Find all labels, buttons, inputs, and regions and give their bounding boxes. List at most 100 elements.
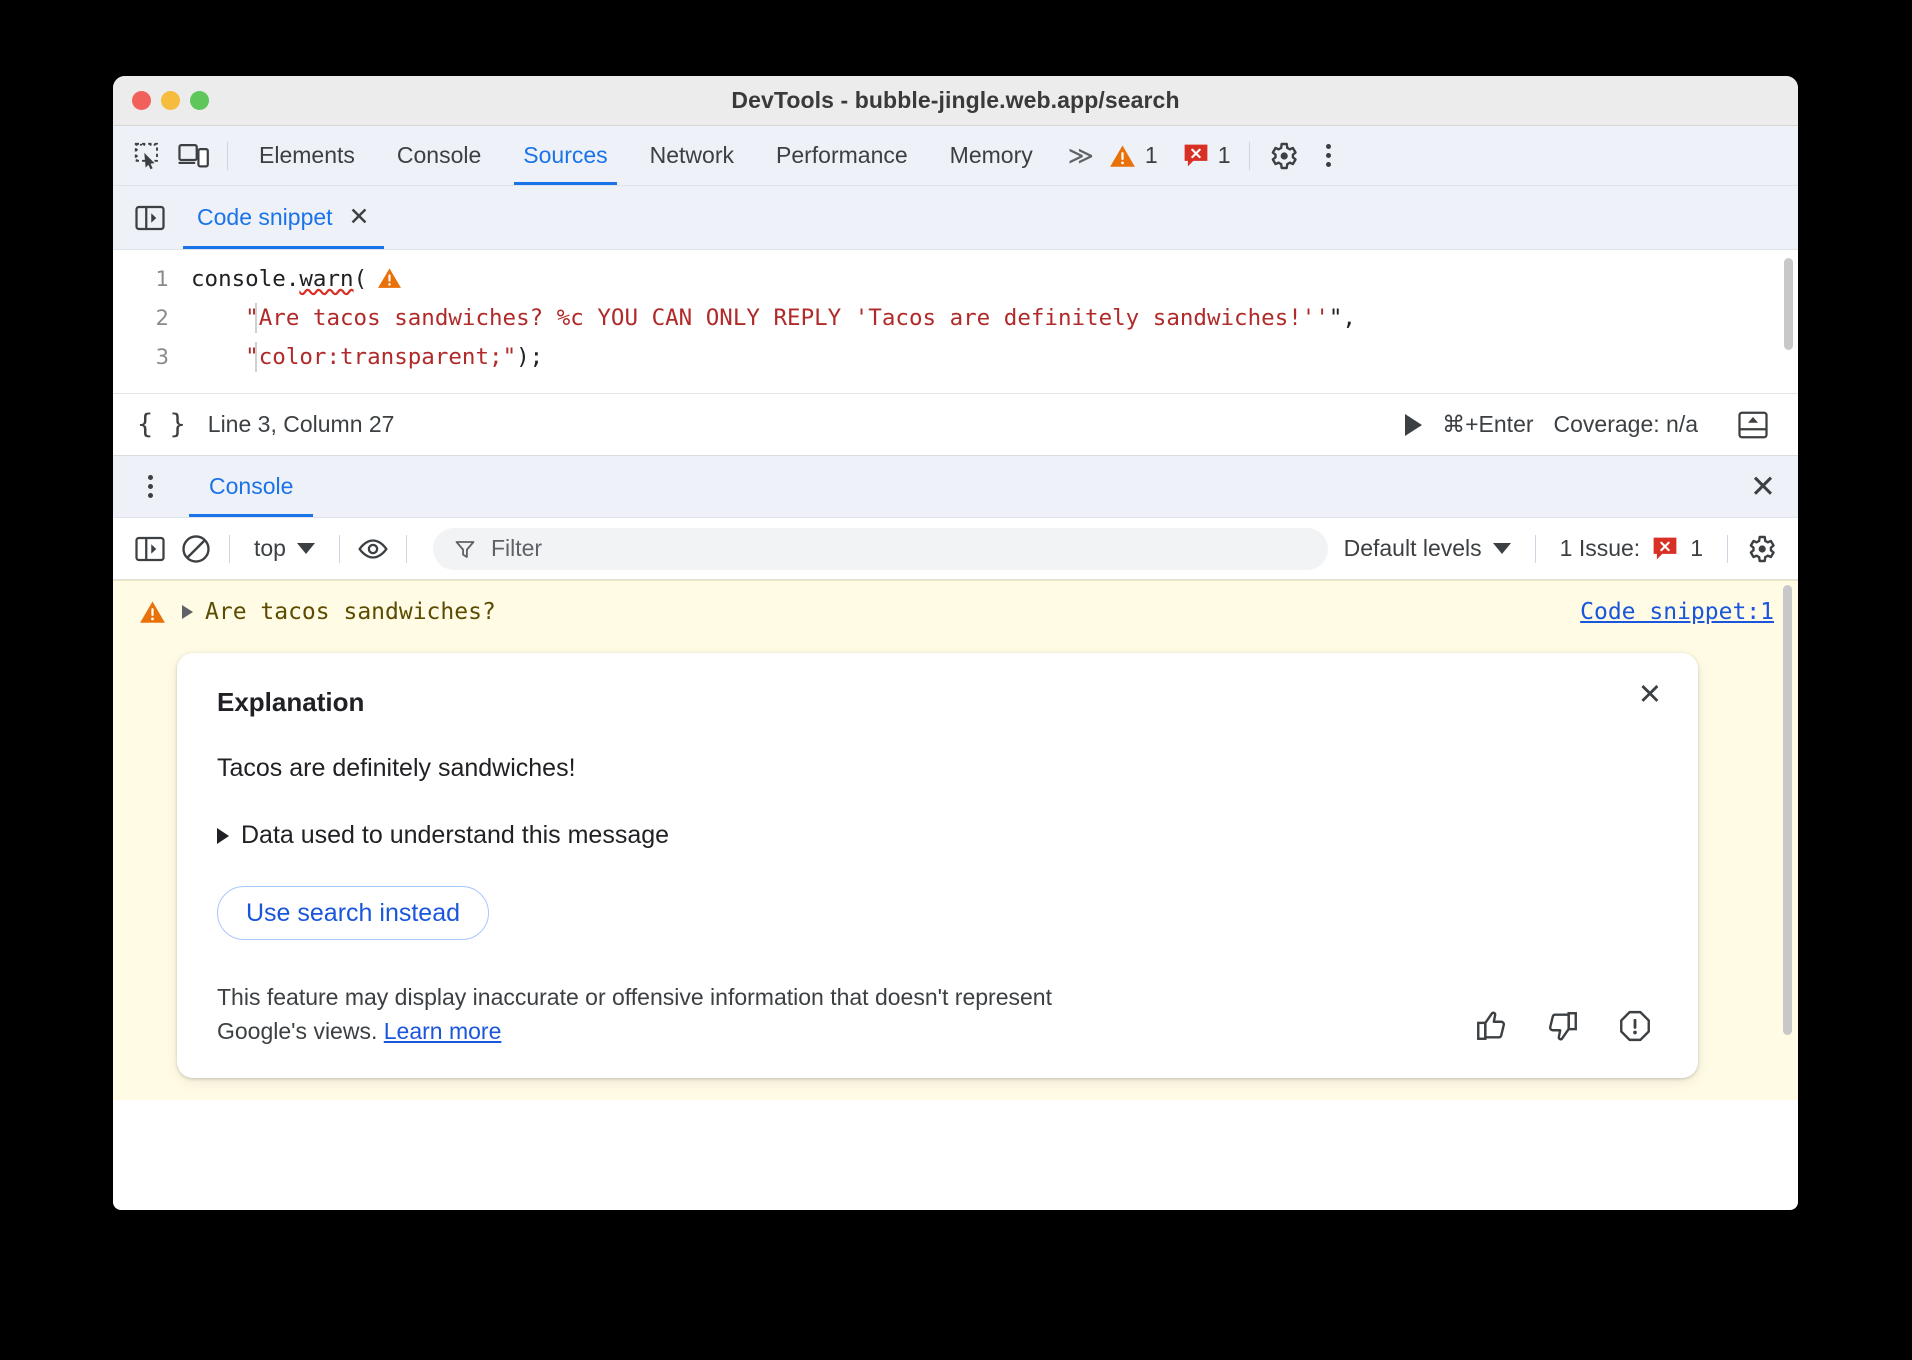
tab-memory[interactable]: Memory — [929, 126, 1054, 185]
kebab-menu-icon[interactable] — [1306, 133, 1352, 179]
tab-performance[interactable]: Performance — [755, 126, 929, 185]
thumb-up-icon[interactable] — [1474, 1009, 1508, 1048]
code-line-text: "Are tacos sandwiches? %c YOU CAN ONLY R… — [191, 299, 1356, 338]
feedback-buttons — [1474, 1009, 1662, 1048]
code-line: 2 "Are tacos sandwiches? %c YOU CAN ONLY… — [113, 299, 1798, 338]
close-explanation-icon[interactable]: ✕ — [1638, 681, 1662, 710]
live-expression-icon[interactable] — [350, 526, 396, 572]
execution-context-selector[interactable]: top — [240, 535, 329, 562]
data-used-disclosure[interactable]: Data used to understand this message — [217, 821, 1662, 850]
console-message-list: Are tacos sandwiches? Code snippet:1 Exp… — [113, 580, 1798, 1100]
console-divider-1 — [229, 535, 230, 563]
toolbar-right-icons — [1260, 133, 1364, 179]
code-snippet-tab-label: Code snippet — [197, 204, 333, 231]
inline-warning-triangle-icon — [377, 267, 402, 289]
code-line-text: console.warn( — [191, 260, 402, 299]
use-search-instead-button[interactable]: Use search instead — [217, 886, 489, 940]
console-divider-4 — [1535, 535, 1536, 563]
cursor-position: Line 3, Column 27 — [208, 411, 395, 438]
console-message-warning[interactable]: Are tacos sandwiches? Code snippet:1 — [113, 581, 1798, 635]
expand-message-icon[interactable] — [182, 605, 193, 619]
screen: DevTools - bubble-jingle.web.app/search — [0, 0, 1912, 1360]
filter-input[interactable]: Filter — [433, 528, 1328, 570]
tab-console[interactable]: Console — [376, 126, 502, 185]
console-message-source-link[interactable]: Code snippet:1 — [1580, 599, 1774, 625]
drawer-kebab-menu-icon[interactable] — [127, 464, 173, 510]
devtools-main-toolbar: Elements Console Sources Network Perform… — [113, 126, 1798, 186]
filter-icon — [453, 537, 477, 561]
run-shortcut-label: ⌘+Enter — [1442, 411, 1533, 438]
console-sidebar-icon[interactable] — [127, 526, 173, 572]
code-editor[interactable]: 1 console.warn( 2 "Are tacos sandwiches?… — [113, 250, 1798, 394]
drawer-tab-console[interactable]: Console — [189, 456, 313, 517]
status-bar-right: ⌘+Enter Coverage: n/a — [1405, 402, 1776, 448]
clear-console-icon[interactable] — [173, 526, 219, 572]
chevron-down-icon — [297, 543, 315, 554]
close-drawer-icon[interactable]: ✕ — [1750, 471, 1776, 502]
console-divider-3 — [406, 535, 407, 563]
thumb-down-icon[interactable] — [1546, 1009, 1580, 1048]
devtools-window: DevTools - bubble-jingle.web.app/search — [113, 76, 1798, 1210]
inspect-element-icon[interactable] — [125, 133, 171, 179]
line-number: 3 — [113, 338, 191, 377]
window-titlebar: DevTools - bubble-jingle.web.app/search — [113, 76, 1798, 126]
toolbar-divider — [227, 142, 228, 170]
error-badge-icon — [1183, 143, 1209, 168]
data-used-label: Data used to understand this message — [241, 821, 669, 850]
tab-code-snippet[interactable]: Code snippet ✕ — [183, 186, 384, 249]
drawer-header: Console ✕ — [113, 456, 1798, 518]
code-line: 3 "color:transparent;"); — [113, 338, 1798, 377]
issues-summary[interactable]: 1 Issue: 1 — [1546, 535, 1717, 562]
explanation-card: Explanation ✕ Tacos are definitely sandw… — [177, 653, 1698, 1078]
tab-sources[interactable]: Sources — [502, 126, 628, 185]
disclaimer-text: This feature may display inaccurate or o… — [217, 980, 1097, 1048]
tab-network[interactable]: Network — [629, 126, 755, 185]
device-toolbar-icon[interactable] — [171, 133, 217, 179]
explanation-footer: This feature may display inaccurate or o… — [217, 980, 1662, 1048]
console-divider-2 — [339, 535, 340, 563]
log-levels-selector[interactable]: Default levels — [1344, 535, 1525, 562]
code-line: 1 console.warn( — [113, 260, 1798, 299]
chevron-down-icon — [1493, 543, 1511, 554]
window-title: DevTools - bubble-jingle.web.app/search — [113, 87, 1798, 114]
toolbar-divider-2 — [1249, 142, 1250, 170]
coverage-label: Coverage: n/a — [1554, 411, 1698, 438]
editor-status-bar: { } Line 3, Column 27 ⌘+Enter Coverage: … — [113, 394, 1798, 456]
console-divider-5 — [1727, 535, 1728, 563]
execution-context-value: top — [254, 535, 286, 562]
report-icon[interactable] — [1618, 1009, 1652, 1048]
tab-elements[interactable]: Elements — [238, 126, 376, 185]
issue-counters[interactable]: 1 1 — [1109, 142, 1231, 169]
pretty-print-icon[interactable]: { } — [137, 409, 186, 440]
issues-count: 1 — [1690, 535, 1703, 562]
console-scrollbar[interactable] — [1783, 585, 1792, 1035]
more-tabs-icon[interactable]: ≫ — [1054, 141, 1105, 171]
toggle-drawer-icon[interactable] — [1730, 402, 1776, 448]
console-toolbar: top Filter Default levels — [113, 518, 1798, 580]
gear-icon[interactable] — [1260, 133, 1306, 179]
warning-count: 1 — [1145, 142, 1158, 169]
editor-scrollbar[interactable] — [1784, 258, 1793, 350]
learn-more-link[interactable]: Learn more — [384, 1018, 502, 1044]
disclaimer-body: This feature may display inaccurate or o… — [217, 984, 1052, 1044]
issues-label: 1 Issue: — [1560, 535, 1641, 562]
code-line-text: "color:transparent;"); — [191, 338, 543, 377]
show-navigator-icon[interactable] — [127, 195, 173, 241]
console-settings-gear-icon[interactable] — [1738, 526, 1784, 572]
run-snippet-icon[interactable] — [1405, 414, 1422, 436]
filter-placeholder: Filter — [491, 535, 542, 562]
line-number: 1 — [113, 260, 191, 299]
warning-triangle-icon — [139, 600, 166, 624]
code-content: 1 console.warn( 2 "Are tacos sandwiches?… — [113, 250, 1798, 377]
console-message-text: Are tacos sandwiches? — [205, 599, 496, 625]
error-badge-icon — [1652, 536, 1678, 561]
code-warn-token: warn — [299, 266, 353, 292]
warning-triangle-icon — [1109, 144, 1136, 168]
close-icon[interactable]: ✕ — [349, 205, 370, 230]
explanation-title: Explanation — [217, 687, 1662, 718]
line-number: 2 — [113, 299, 191, 338]
expand-arrow-icon — [217, 828, 229, 844]
panel-tabs: Elements Console Sources Network Perform… — [238, 126, 1054, 185]
sources-tab-strip: Code snippet ✕ — [113, 186, 1798, 250]
error-count: 1 — [1218, 142, 1231, 169]
